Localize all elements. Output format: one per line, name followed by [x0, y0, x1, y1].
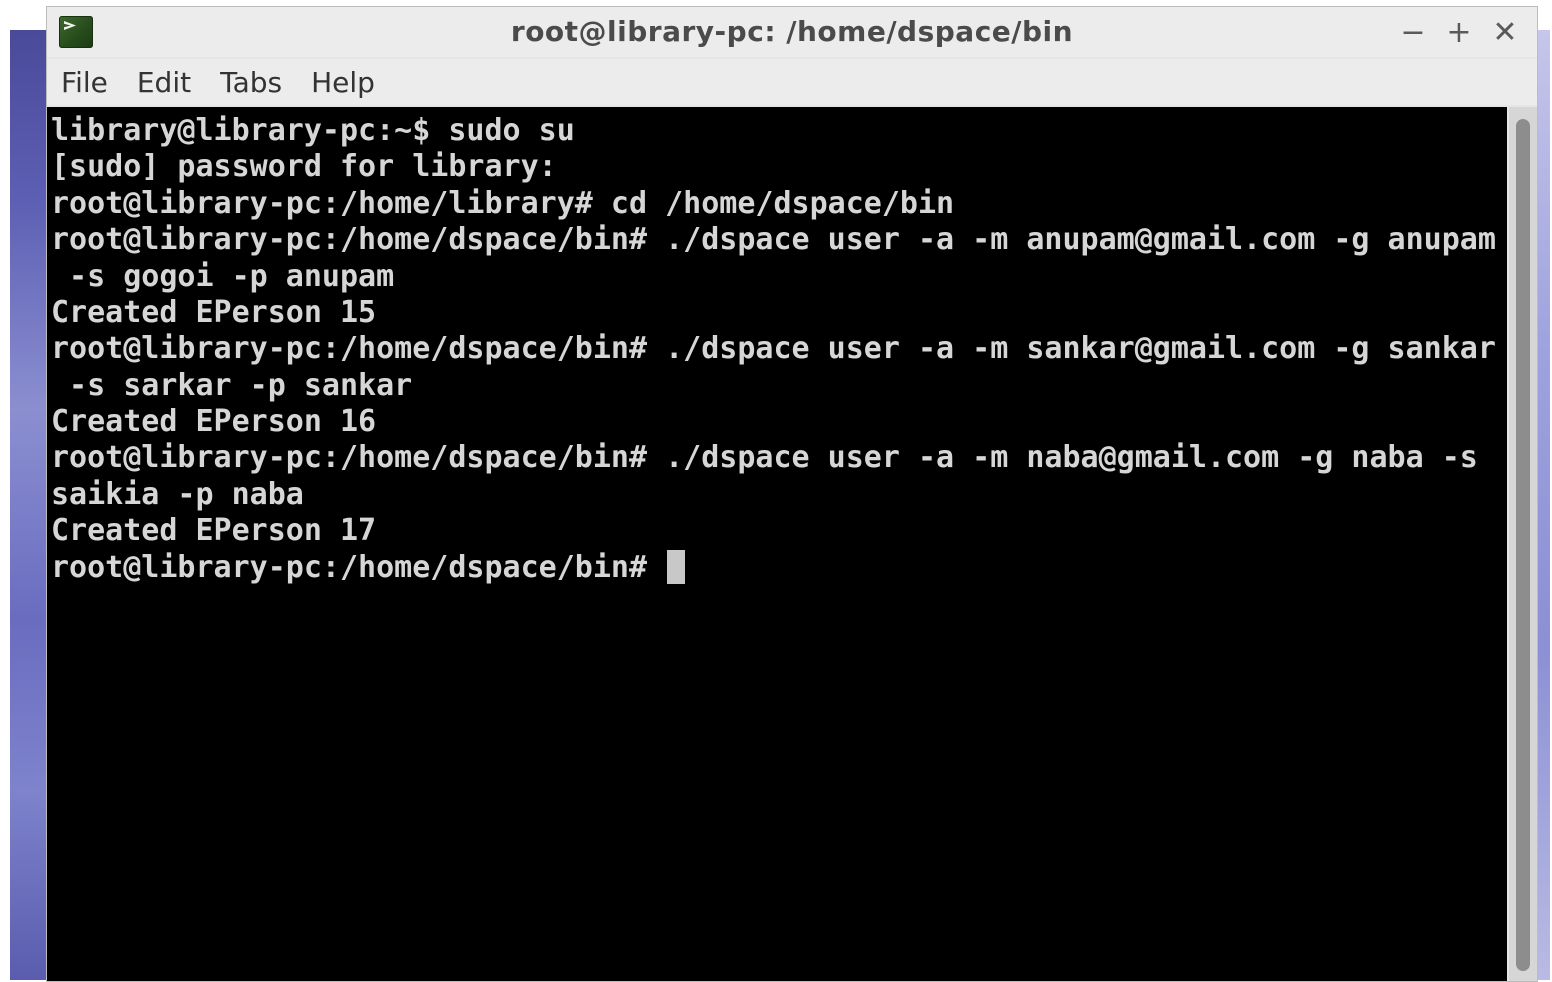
terminal-line: -s sarkar -p sankar [51, 368, 413, 403]
terminal-line: root@library-pc:/home/library# cd /home/… [51, 186, 955, 221]
terminal-line: root@library-pc:/home/dspace/bin# ./dspa… [51, 222, 1496, 257]
terminal-prompt: root@library-pc:/home/dspace/bin# [51, 550, 666, 585]
window-title: root@library-pc: /home/dspace/bin [510, 15, 1074, 48]
terminal-line: Created EPerson 16 [51, 404, 377, 439]
terminal-output[interactable]: library@library-pc:~$ sudo su [sudo] pas… [47, 107, 1507, 981]
terminal-line: -s gogoi -p anupam [51, 259, 395, 294]
menu-file[interactable]: File [61, 66, 108, 99]
terminal-line: saikia -p naba [51, 477, 304, 512]
desktop-background-right [1536, 30, 1550, 980]
terminal-line: [sudo] password for library: [51, 149, 557, 184]
terminal-window: root@library-pc: /home/dspace/bin − + ✕ … [46, 6, 1538, 982]
maximize-button[interactable]: + [1443, 17, 1475, 49]
minimize-button[interactable]: − [1397, 17, 1429, 49]
title-bar[interactable]: root@library-pc: /home/dspace/bin − + ✕ [47, 7, 1537, 57]
desktop-background-left [10, 30, 48, 980]
terminal-line: library@library-pc:~$ sudo su [51, 113, 575, 148]
text-cursor [667, 550, 686, 584]
menu-help[interactable]: Help [311, 66, 375, 99]
vertical-scrollbar[interactable] [1509, 107, 1537, 981]
terminal-prompt-line[interactable]: root@library-pc:/home/dspace/bin# [51, 550, 686, 586]
window-controls: − + ✕ [1397, 13, 1521, 53]
menu-edit[interactable]: Edit [137, 66, 191, 99]
terminal-line: Created EPerson 15 [51, 295, 377, 330]
scrollbar-thumb[interactable] [1516, 119, 1530, 971]
terminal-line: Created EPerson 17 [51, 513, 377, 548]
terminal-line: root@library-pc:/home/dspace/bin# ./dspa… [51, 440, 1478, 475]
terminal-line: root@library-pc:/home/dspace/bin# ./dspa… [51, 331, 1496, 366]
menu-bar: File Edit Tabs Help [47, 59, 1537, 105]
close-button[interactable]: ✕ [1489, 17, 1521, 49]
menu-tabs[interactable]: Tabs [220, 66, 282, 99]
